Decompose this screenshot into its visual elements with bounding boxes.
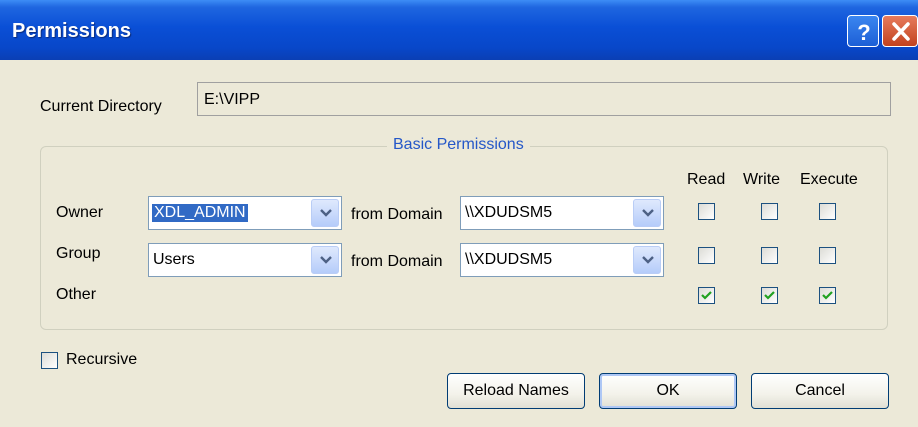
owner-write-checkbox[interactable]: [761, 203, 778, 220]
chevron-down-icon[interactable]: [311, 199, 339, 227]
other-write-checkbox[interactable]: [761, 287, 778, 304]
cancel-button[interactable]: Cancel: [751, 373, 889, 409]
group-name-dropdown[interactable]: Users: [148, 243, 342, 277]
group-read-checkbox[interactable]: [698, 247, 715, 264]
checkmark-icon: [701, 291, 712, 300]
other-label: Other: [56, 286, 97, 303]
column-read: Read: [687, 171, 726, 188]
owner-name-dropdown[interactable]: XDL_ADMIN: [148, 196, 342, 230]
help-button[interactable]: ?: [847, 15, 879, 47]
owner-domain-value: \\XDUDSM5: [465, 204, 553, 221]
close-icon: [892, 22, 910, 41]
group-name-value: Users: [153, 251, 195, 268]
ok-button[interactable]: OK: [599, 373, 737, 409]
other-read-checkbox[interactable]: [698, 287, 715, 304]
group-write-checkbox[interactable]: [761, 247, 778, 264]
owner-name-value: XDL_ADMIN: [152, 204, 248, 222]
checkmark-icon: [764, 291, 775, 300]
group-domain-value: \\XDUDSM5: [465, 251, 553, 268]
recursive-checkbox[interactable]: [41, 352, 58, 369]
checkmark-icon: [822, 291, 833, 300]
basic-permissions-title: Basic Permissions: [387, 136, 530, 154]
window-title: Permissions: [12, 20, 131, 42]
question-icon: ?: [857, 20, 870, 45]
close-button[interactable]: [882, 15, 918, 47]
current-directory-field: E:\VIPP: [197, 82, 891, 116]
owner-label: Owner: [56, 204, 104, 221]
owner-execute-checkbox[interactable]: [819, 203, 836, 220]
title-bar[interactable]: Permissions ?: [0, 0, 918, 60]
column-write: Write: [743, 171, 781, 188]
group-from-domain-label: from Domain: [351, 253, 443, 270]
owner-from-domain-label: from Domain: [351, 206, 443, 223]
svg-text:?: ?: [857, 20, 870, 45]
chevron-down-icon[interactable]: [633, 246, 661, 274]
other-execute-checkbox[interactable]: [819, 287, 836, 304]
column-execute: Execute: [800, 171, 858, 188]
chevron-down-icon[interactable]: [633, 199, 661, 227]
recursive-label: Recursive: [66, 351, 138, 368]
owner-read-checkbox[interactable]: [698, 203, 715, 220]
current-directory-label: Current Directory: [40, 98, 162, 115]
group-domain-dropdown[interactable]: \\XDUDSM5: [460, 243, 664, 277]
reload-names-button[interactable]: Reload Names: [447, 373, 585, 409]
chevron-down-icon[interactable]: [311, 246, 339, 274]
group-execute-checkbox[interactable]: [819, 247, 836, 264]
owner-domain-dropdown[interactable]: \\XDUDSM5: [460, 196, 664, 230]
group-label: Group: [56, 245, 101, 262]
